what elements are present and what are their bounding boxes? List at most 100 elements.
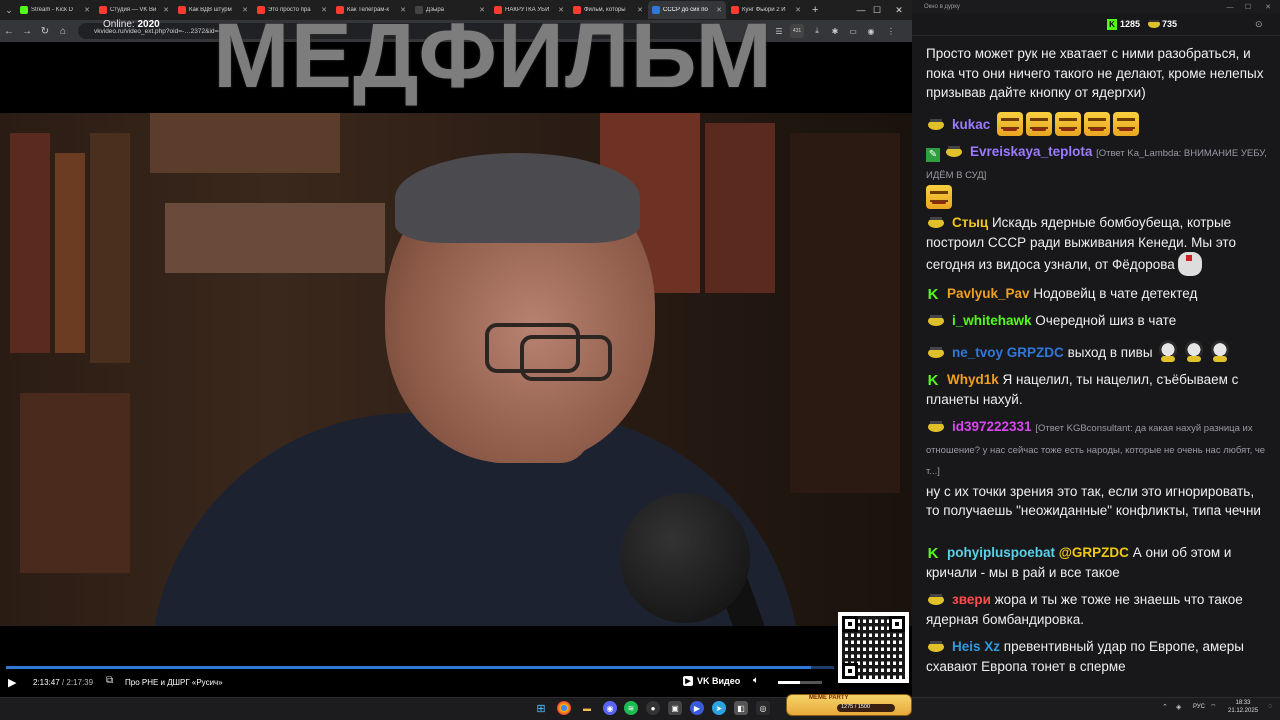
volume-icon[interactable]: 🔈︎: [753, 675, 759, 686]
tab-search-icon[interactable]: ⌄: [2, 2, 16, 18]
chat-message: kukac: [926, 112, 1270, 136]
chrome-icon[interactable]: [557, 701, 571, 715]
browser-tab[interactable]: Дзыра ✕: [411, 1, 489, 19]
menu-icon[interactable]: ⋮: [884, 24, 898, 38]
progress-fill: [6, 666, 811, 669]
extensions-puzzle-icon[interactable]: ✱: [828, 24, 842, 38]
book: [790, 133, 900, 493]
app-icon[interactable]: ◧: [734, 701, 748, 715]
username[interactable]: Pavlyuk_Pav: [947, 286, 1030, 301]
username[interactable]: ne_tvoy: [952, 345, 1003, 360]
browser-tab[interactable]: Кунг Фьюри 2 И ✕: [727, 1, 805, 19]
taskbar: [0, 697, 1280, 720]
maximize-icon[interactable]: ☐: [1238, 0, 1258, 14]
mention[interactable]: @GRPZDC: [1059, 545, 1129, 560]
username[interactable]: Heis Xz: [952, 639, 1000, 654]
reload-icon[interactable]: ↻: [36, 21, 54, 41]
progress-bar[interactable]: [6, 666, 834, 669]
chat-message: Kpohyiplusрoebat @GRPZDC А они об этом и…: [926, 543, 1270, 582]
close-window-icon[interactable]: ✕: [884, 0, 914, 20]
telegram-icon[interactable]: ➤: [712, 701, 726, 715]
chat-settings-icon[interactable]: ⊙: [1255, 19, 1263, 30]
close-icon[interactable]: ✕: [637, 6, 643, 14]
chat-message: ne_tvoy GRPZDC выход в пивы: [926, 340, 1270, 364]
username[interactable]: Whyd1k: [947, 372, 999, 387]
explorer-icon[interactable]: ▬: [580, 701, 594, 715]
bee-emote-icon: [1208, 340, 1231, 364]
youtube-favicon-icon: [99, 6, 107, 14]
spotify-icon[interactable]: ≋: [624, 701, 638, 715]
username[interactable]: Evreiskaya_teplota: [970, 144, 1092, 159]
youtube-favicon-icon: [573, 6, 581, 14]
extension-badge-icon[interactable]: 431: [790, 24, 804, 38]
app-icon[interactable]: ◎: [756, 701, 770, 715]
extension-icon[interactable]: ☰: [772, 24, 786, 38]
chat-message: ✎ Evreiskaya_teplota [Ответ Ka_Lambda: ВН…: [926, 142, 1270, 209]
home-icon[interactable]: ⌂: [54, 21, 72, 41]
browser-tab[interactable]: Это просто пра ✕: [253, 1, 331, 19]
windows-start-icon[interactable]: ⊞: [534, 701, 548, 715]
wifi-icon[interactable]: ⌔: [1210, 703, 1217, 712]
discord-icon[interactable]: ◉: [603, 701, 617, 715]
language-indicator[interactable]: РУС: [1193, 704, 1205, 710]
pepe-points-icon: [1148, 20, 1160, 28]
volume-slider[interactable]: [778, 681, 822, 684]
close-icon[interactable]: ✕: [400, 6, 406, 14]
clock[interactable]: 18:33 21.12.2025: [1228, 699, 1258, 715]
chapters-icon[interactable]: ⧉: [106, 675, 113, 686]
username[interactable]: pohyiplusрoebat: [947, 545, 1055, 560]
sidebar-icon[interactable]: ▭: [846, 24, 860, 38]
profile-icon[interactable]: ◉: [864, 24, 878, 38]
chapter-title[interactable]: Про РНЕ и ДШРГ «Русич»: [125, 678, 223, 687]
browser-tab[interactable]: НАКРУТКА УБИ ✕: [490, 1, 568, 19]
close-icon[interactable]: ✕: [242, 6, 248, 14]
back-icon[interactable]: ←: [0, 21, 18, 41]
mention[interactable]: GRPZDC: [1007, 345, 1064, 360]
chat-header: [912, 14, 1280, 36]
address-bar[interactable]: vkvideo.ru/video_ext.php?oid=-…2372&id=4…: [78, 23, 718, 39]
notifications-icon[interactable]: ◌: [1268, 703, 1272, 710]
meme-party-count: 1275 / 1500: [841, 704, 871, 710]
current-time: 2:13:47: [33, 678, 60, 687]
volume-fill: [778, 681, 800, 684]
close-icon[interactable]: ✕: [479, 6, 485, 14]
username[interactable]: Стыц: [952, 215, 988, 230]
book: [20, 393, 130, 573]
app-icon[interactable]: ▣: [668, 701, 682, 715]
qr-code: [838, 612, 909, 683]
media-player-icon[interactable]: ▶: [690, 701, 704, 715]
message-text: ну с их точки зрения это так, если это и…: [926, 483, 1261, 519]
obs-icon[interactable]: ●: [646, 701, 660, 715]
minimize-icon[interactable]: —: [1220, 0, 1240, 14]
close-window-icon[interactable]: ✕: [1258, 0, 1278, 14]
new-tab-icon[interactable]: +: [806, 4, 824, 16]
chat-message: Стыц Искадь ядерные бомбоубеща, котрые п…: [926, 213, 1270, 276]
vk-video-logo[interactable]: ▶ VK Видео: [683, 676, 740, 686]
browser-tab[interactable]: Студия — VK Ви ✕: [95, 1, 173, 19]
online-count: 2020: [137, 19, 160, 30]
close-icon[interactable]: ✕: [558, 6, 564, 14]
close-icon[interactable]: ✕: [321, 6, 327, 14]
video-player[interactable]: [0, 113, 912, 626]
book: [165, 203, 385, 273]
forward-icon[interactable]: →: [18, 21, 36, 41]
tray-chevron-icon[interactable]: ⌃: [1162, 703, 1168, 711]
close-icon[interactable]: ✕: [163, 6, 169, 14]
chat-message: id397222331 [Ответ KGBconsultant: да как…: [926, 417, 1270, 521]
browser-tab[interactable]: Как Телеграм-к ✕: [332, 1, 410, 19]
tray-app-icon[interactable]: ◈: [1176, 703, 1181, 711]
browser-tab-active[interactable]: СССР до сих по ✕: [648, 1, 726, 19]
close-icon[interactable]: ✕: [84, 6, 90, 14]
username[interactable]: id397222331: [952, 419, 1032, 434]
username[interactable]: звери: [952, 592, 991, 607]
username[interactable]: kukac: [952, 117, 990, 132]
browser-tab[interactable]: Stream - Kick D ✕: [16, 1, 94, 19]
play-icon[interactable]: ▶: [8, 676, 22, 690]
browser-tab[interactable]: Фильм, которы ✕: [569, 1, 647, 19]
message-text: выход в пивы: [1067, 345, 1153, 360]
browser-tab[interactable]: Как ВДВ штурм ✕: [174, 1, 252, 19]
downloads-icon[interactable]: ⤓: [810, 24, 824, 38]
close-icon[interactable]: ✕: [716, 6, 722, 14]
close-icon[interactable]: ✕: [795, 6, 801, 14]
username[interactable]: i_whitehawk: [952, 313, 1032, 328]
